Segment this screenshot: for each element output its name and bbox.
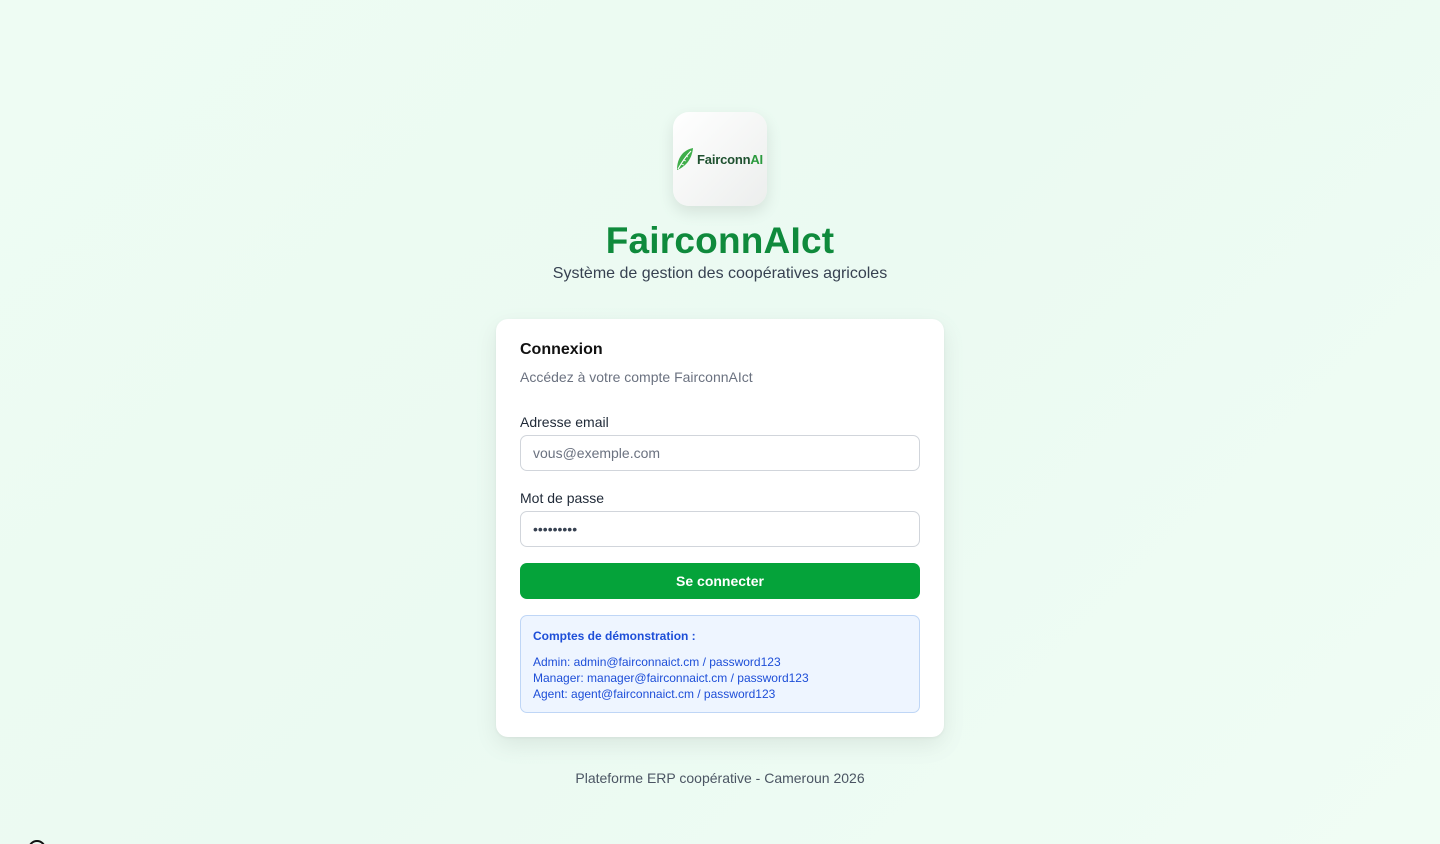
demo-account-agent: Agent: agent@fairconnaict.cm / password1…: [533, 687, 776, 701]
demo-accounts-box: Comptes de démonstration : Admin: admin@…: [520, 615, 920, 713]
password-field[interactable]: [520, 511, 920, 547]
app-subtitle: Système de gestion des coopératives agri…: [552, 265, 888, 282]
app-logo: FairconnAI: [673, 112, 767, 206]
footer-text: Plateforme ERP coopérative - Cameroun 20…: [575, 770, 865, 786]
email-label: Adresse email: [520, 414, 609, 430]
login-page: FairconnAI FairconnAIct Système de gesti…: [0, 0, 1440, 844]
demo-accounts-list: Admin: admin@fairconnaict.cm / password1…: [533, 654, 907, 702]
email-field[interactable]: [520, 435, 920, 471]
login-description: Accédez à votre compte FairconnAIct: [520, 369, 753, 385]
demo-account-manager: Manager: manager@fairconnaict.cm / passw…: [533, 671, 809, 685]
logo-mark: FairconnAI: [675, 146, 763, 172]
password-label: Mot de passe: [520, 490, 605, 506]
login-button[interactable]: Se connecter: [520, 563, 920, 599]
logo-wordmark-accent: AI: [750, 151, 763, 167]
demo-accounts-title: Comptes de démonstration :: [533, 629, 696, 643]
login-card: Connexion Accédez à votre compte Faircon…: [496, 319, 944, 737]
leaf-icon: [677, 148, 694, 170]
demo-account-admin: Admin: admin@fairconnaict.cm / password1…: [533, 655, 781, 669]
app-title: FairconnAIct: [605, 220, 835, 261]
floating-widget-icon[interactable]: [28, 840, 46, 844]
login-title: Connexion: [520, 341, 603, 358]
logo-wordmark: FairconnAI: [697, 152, 763, 167]
logo-wordmark-main: Fairconn: [697, 151, 751, 167]
